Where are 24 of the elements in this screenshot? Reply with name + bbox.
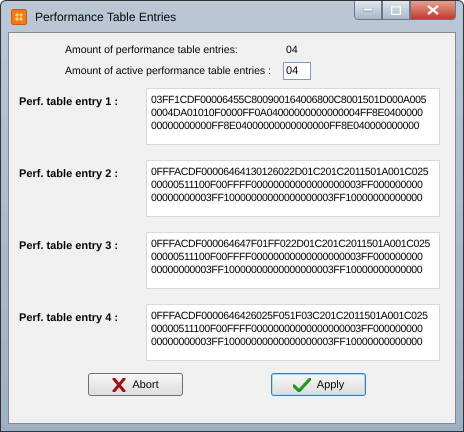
window-title: Performance Table Entries — [35, 10, 178, 24]
close-button[interactable] — [410, 1, 456, 20]
checkmark-icon — [292, 378, 311, 392]
cross-icon — [112, 378, 126, 392]
entry-text-field[interactable]: 0FFFACDF0000646426025F051F03C201C2011501A001C025 00000511100F00FFFF00000000000000000003FF000000000 00000000003FF10000000000000000003FF10000000000000 — [146, 304, 440, 361]
entry-text-field[interactable]: 0FFFACDF000064647F01FF022D01C201C2011501A001C025 00000511100F00FFFF00000000000000000003FF000000000 00000000003FF10000000000000000003FF10000000000000 — [146, 232, 440, 289]
maximize-button[interactable] — [382, 1, 410, 20]
minimize-icon — [363, 8, 373, 12]
entry-label: Perf. table entry 2 : — [19, 167, 120, 182]
entry-text-field[interactable]: 03FF1CDF00006455C800900164006800C8001501D000A005 0004DA01010F0000FF0A04000000000000004FF8E0400000 00000000000FF8E04000000000000000FF8E040000000000 — [146, 88, 440, 145]
entry-label: Perf. table entry 3 : — [19, 239, 120, 254]
abort-button[interactable]: Abort — [88, 373, 183, 396]
maximize-icon — [391, 6, 401, 14]
close-icon — [427, 5, 439, 15]
entry-text-field[interactable]: 0FFFACDF00006464130126022D01C201C2011501A001C025 00000511100F00FFFF00000000000000000003FF000000000 00000000003FF10000000000000000003FF10000000000000 — [146, 160, 440, 217]
apply-button[interactable]: Apply — [271, 373, 366, 396]
entry-label: Perf. table entry 4 : — [19, 311, 120, 326]
entries-count-label: Amount of performance table entries: — [65, 44, 239, 56]
entries-count-value: 04 — [285, 44, 298, 56]
active-entries-label: Amount of active performance table entries : — [65, 64, 272, 76]
minimize-button[interactable] — [354, 1, 382, 20]
active-entries-field[interactable]: 04 — [283, 62, 311, 80]
app-icon — [11, 8, 27, 24]
entry-label: Perf. table entry 1 : — [19, 95, 120, 110]
